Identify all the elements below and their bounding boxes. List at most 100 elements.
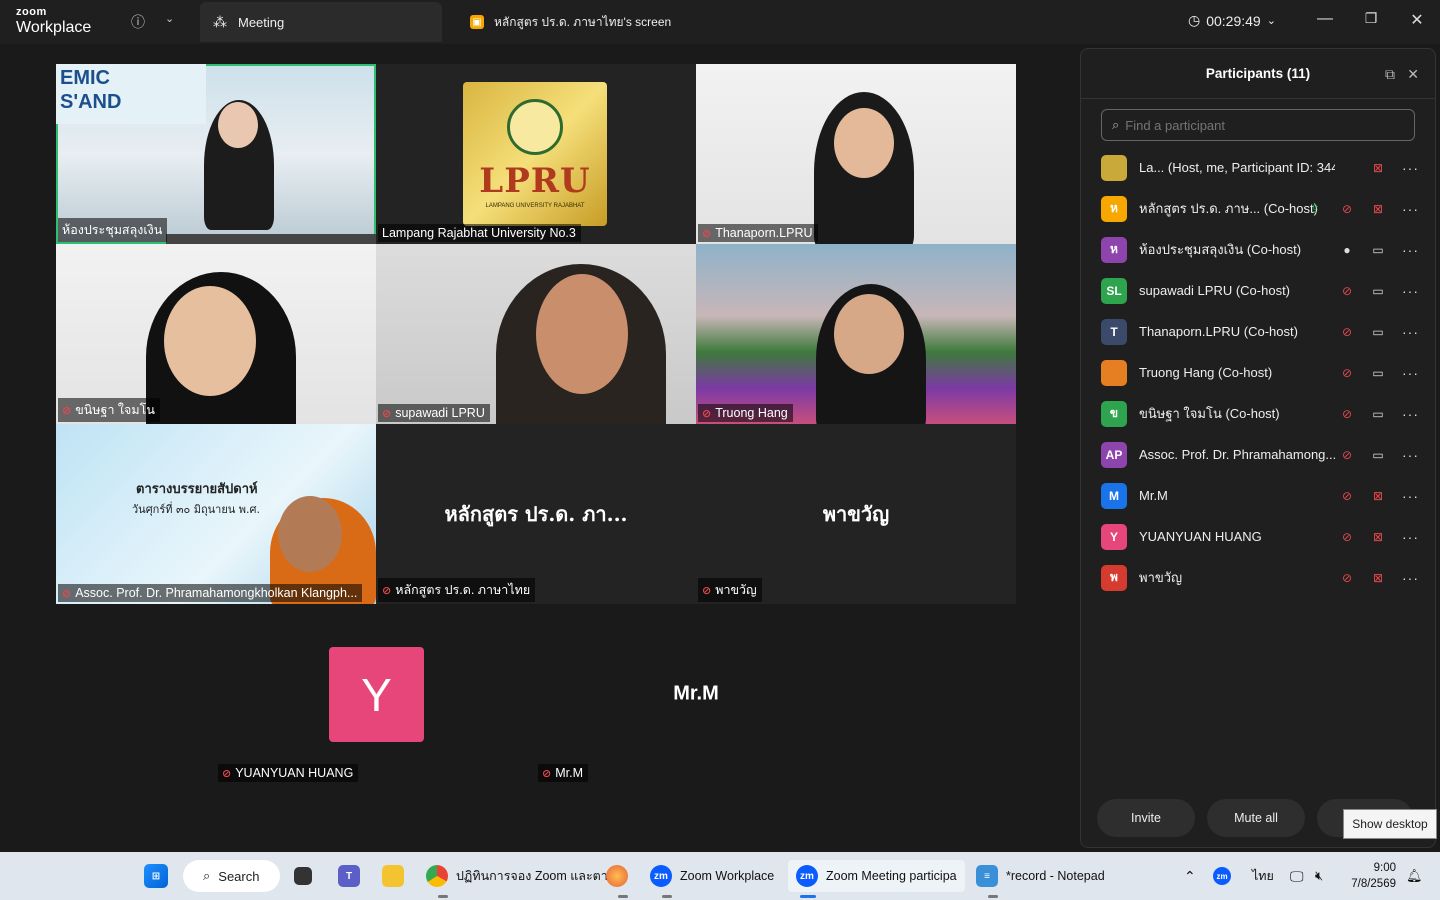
video-tile[interactable]: LPRU LAMPANG UNIVERSITY RAJABHAT Lampang… <box>376 64 696 244</box>
tray-zoom[interactable]: zm <box>1213 860 1231 892</box>
screen-share-icon: ▣ <box>470 15 484 29</box>
camera-icon[interactable]: ▭ <box>1370 284 1386 298</box>
participant-row[interactable]: ห ห้องประชุมสลุงเงิน (Co-host) ● ▭ ··· <box>1081 229 1435 270</box>
close-icon[interactable]: ✕ <box>1407 66 1419 83</box>
volume-muted-icon[interactable]: 🔇︎ <box>1315 860 1323 892</box>
taskbar-search[interactable]: ⌕ Search <box>183 860 280 892</box>
tile-name: ⊘ YUANYUAN HUANG <box>218 764 359 782</box>
network-icon[interactable]: 🖵 <box>1290 860 1304 892</box>
mic-muted-icon[interactable]: ⊘ <box>1340 202 1354 216</box>
avatar <box>1101 154 1127 181</box>
more-options-icon[interactable]: ··· <box>1402 201 1419 217</box>
video-tile[interactable]: ⊘ Thanaporn.LPRU <box>696 64 1016 244</box>
taskbar-notepad[interactable]: ≡ *record - Notepad <box>976 860 1105 898</box>
tab-screen-share[interactable]: ▣ หลักสูตร ปร.ด. ภาษาไทย's screen <box>458 2 758 42</box>
teams-icon: T <box>338 865 360 887</box>
more-options-icon[interactable]: ··· <box>1402 447 1419 463</box>
participant-row[interactable]: พ พาขวัญ ⊘ ⊠ ··· <box>1081 557 1435 598</box>
more-options-icon[interactable]: ··· <box>1402 488 1419 504</box>
camera-off-icon[interactable]: ⊠ <box>1370 530 1386 544</box>
mic-muted-icon[interactable]: ⊘ <box>1340 325 1354 339</box>
mic-muted-icon[interactable]: ⊘ <box>1340 284 1354 298</box>
video-tile[interactable]: ⊘ ขนิษฐา ใจมโน <box>56 244 376 424</box>
taskbar-firefox[interactable] <box>606 860 628 898</box>
participant-name: หลักสูตร ปร.ด. ภาษ... (Co-host) <box>1139 201 1318 216</box>
system-clock[interactable]: 9:00 7/8/2569 <box>1351 860 1396 892</box>
mic-icon[interactable]: ● <box>1340 243 1354 257</box>
camera-off-icon[interactable]: ⊠ <box>1370 571 1386 585</box>
camera-icon[interactable]: ▭ <box>1370 366 1386 380</box>
mic-muted-icon[interactable]: ⊘ <box>1340 407 1354 421</box>
minimize-button[interactable]: — <box>1313 10 1337 28</box>
video-tile[interactable]: ⊘ supawadi LPRU <box>376 244 696 424</box>
chevron-up-icon[interactable]: ⌃ <box>1184 860 1196 892</box>
info-icon[interactable]: ⓘ <box>131 12 145 32</box>
participant-row[interactable]: ห หลักสูตร ปร.ด. ภาษ... (Co-host) ⇪ ⊘ ⊠ ··· <box>1081 188 1435 229</box>
mic-muted-icon: ⊘ <box>62 404 72 417</box>
more-options-icon[interactable]: ··· <box>1402 324 1419 340</box>
participant-search[interactable]: ⌕ <box>1101 109 1415 141</box>
participants-panel: Participants (11) ⧉ ✕ ⌕ La... (Host, me,… <box>1080 48 1436 848</box>
participant-name: supawadi LPRU (Co-host) <box>1139 283 1291 298</box>
notepad-icon: ≡ <box>976 865 998 887</box>
more-options-icon[interactable]: ··· <box>1402 365 1419 381</box>
taskbar-zoom-workplace[interactable]: zm Zoom Workplace <box>650 860 774 898</box>
participant-row[interactable]: Truong Hang (Co-host) ⊘ ▭ ··· <box>1081 352 1435 393</box>
logo-subtitle: LAMPANG UNIVERSITY RAJABHAT <box>485 203 585 209</box>
camera-off-icon[interactable]: ⊠ <box>1370 161 1386 175</box>
show-desktop-tooltip: Show desktop <box>1343 809 1437 839</box>
language-indicator[interactable]: ไทย <box>1252 860 1274 892</box>
camera-off-icon[interactable]: ⊠ <box>1370 489 1386 503</box>
search-input[interactable] <box>1125 117 1386 133</box>
mic-muted-icon[interactable]: ⊘ <box>1340 366 1354 380</box>
participant-row[interactable]: SL supawadi LPRU (Co-host) ⊘ ▭ ··· <box>1081 270 1435 311</box>
more-options-icon[interactable]: ··· <box>1402 283 1419 299</box>
mic-muted-icon[interactable]: ⊘ <box>1340 571 1354 585</box>
camera-off-icon[interactable]: ⊠ <box>1370 202 1386 216</box>
file-explorer-button[interactable] <box>382 860 404 892</box>
teams-button[interactable]: T <box>338 860 360 892</box>
video-tile[interactable]: EMIC S'AND ห้องประชุมสลุงเงิน <box>56 64 376 244</box>
start-button[interactable]: ⊞ <box>144 860 168 892</box>
taskbar-chrome[interactable]: ปฏิทินการจอง Zoom และตา <box>426 860 608 898</box>
avatar: พ <box>1101 564 1127 591</box>
meeting-timer[interactable]: ◷ 00:29:49 ⌄ <box>1188 12 1276 29</box>
participant-row[interactable]: ข ขนิษฐา ใจมโน (Co-host) ⊘ ▭ ··· <box>1081 393 1435 434</box>
more-options-icon[interactable]: ··· <box>1402 160 1419 176</box>
camera-icon[interactable]: ▭ <box>1370 243 1386 257</box>
notification-icon[interactable]: 🔔︎ <box>1406 860 1423 892</box>
camera-icon[interactable]: ▭ <box>1370 407 1386 421</box>
mic-muted-icon[interactable]: ⊘ <box>1340 489 1354 503</box>
pop-out-icon[interactable]: ⧉ <box>1385 66 1395 83</box>
restore-button[interactable]: ❐ <box>1359 10 1383 27</box>
participant-row[interactable]: T Thanaporn.LPRU (Co-host) ⊘ ▭ ··· <box>1081 311 1435 352</box>
mic-muted-icon[interactable]: ⊘ <box>1340 448 1354 462</box>
chevron-down-icon[interactable]: ⌄ <box>165 12 174 25</box>
taskbar-zoom-meeting[interactable]: zm Zoom Meeting participa <box>788 860 965 898</box>
close-button[interactable]: ✕ <box>1405 10 1429 30</box>
video-tile[interactable]: Mr.M ⊘ Mr.M <box>536 604 856 784</box>
mute-all-button[interactable]: Mute all <box>1207 799 1305 837</box>
video-tile[interactable]: ตารางบรรยายสัปดาห์ วันศุกร์ที่ ๓๐ มิถุนา… <box>56 424 376 604</box>
participant-row[interactable]: AP Assoc. Prof. Dr. Phramahamong... ⊘ ▭ ··· <box>1081 434 1435 475</box>
video-tile[interactable]: หลักสูตร ปร.ด. ภา... ⊘ หลักสูตร ปร.ด. ภาษ… <box>376 424 696 604</box>
invite-button[interactable]: Invite <box>1097 799 1195 837</box>
more-options-icon[interactable]: ··· <box>1402 570 1419 586</box>
tab-meeting[interactable]: ⁂ Meeting <box>200 2 442 42</box>
participant-row[interactable]: Y YUANYUAN HUANG ⊘ ⊠ ··· <box>1081 516 1435 557</box>
participant-row[interactable]: M Mr.M ⊘ ⊠ ··· <box>1081 475 1435 516</box>
more-options-icon[interactable]: ··· <box>1402 406 1419 422</box>
participant-list: La... (Host, me, Participant ID: 344376)… <box>1081 147 1435 598</box>
participant-row[interactable]: La... (Host, me, Participant ID: 344376)… <box>1081 147 1435 188</box>
seal-icon <box>507 99 563 155</box>
more-options-icon[interactable]: ··· <box>1402 529 1419 545</box>
tile-display-name: พาขวัญ <box>822 502 890 526</box>
video-tile[interactable]: พาขวัญ ⊘ พาขวัญ <box>696 424 1016 604</box>
camera-icon[interactable]: ▭ <box>1370 448 1386 462</box>
face <box>164 286 256 396</box>
more-options-icon[interactable]: ··· <box>1402 242 1419 258</box>
camera-icon[interactable]: ▭ <box>1370 325 1386 339</box>
mic-muted-icon[interactable]: ⊘ <box>1340 530 1354 544</box>
video-tile[interactable]: ⊘ Truong Hang <box>696 244 1016 424</box>
task-view-button[interactable] <box>294 860 312 892</box>
